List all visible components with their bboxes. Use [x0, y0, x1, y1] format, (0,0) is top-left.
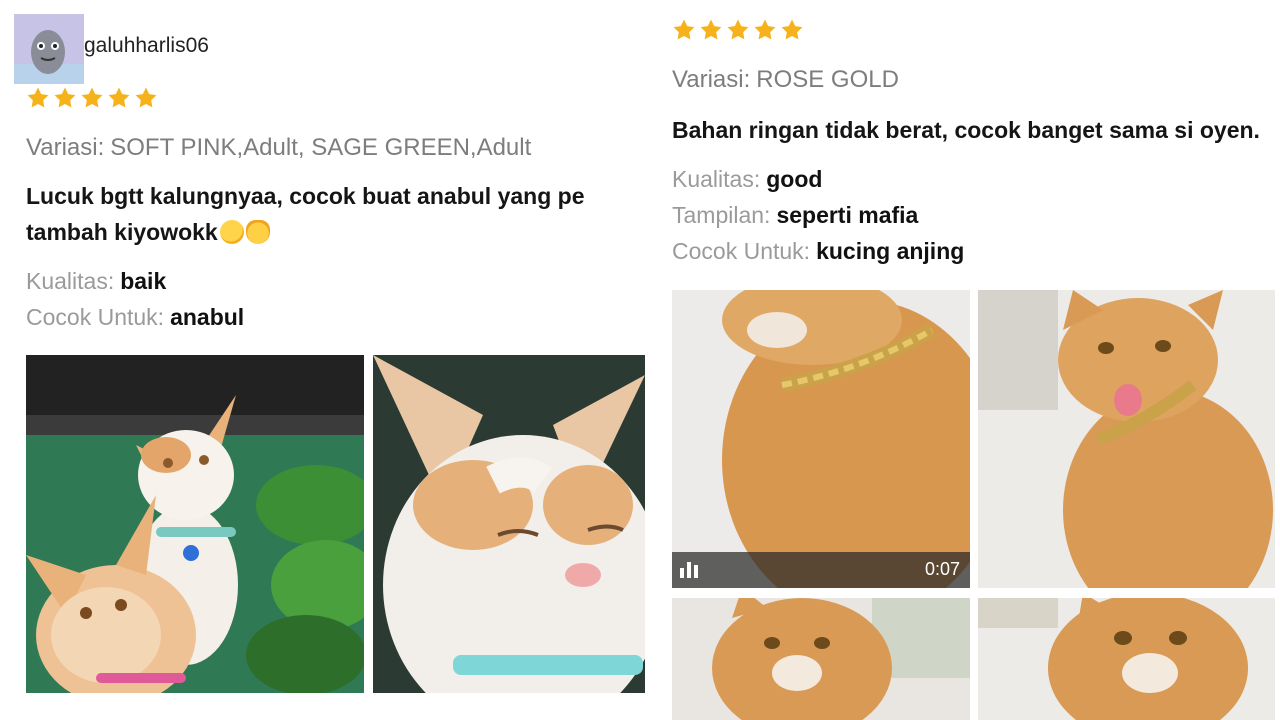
star-icon: [780, 18, 804, 42]
star-icon: [80, 86, 104, 110]
attribute-appearance: Tampilan: seperti mafia: [672, 202, 918, 229]
rating-stars: [26, 86, 158, 110]
review-comment: Lucuk bgtt kalungnyaa, cocok buat anabul…: [26, 178, 584, 250]
attribute-label: Tampilan:: [672, 202, 771, 228]
kiss-emoji-icon: [219, 220, 244, 244]
review-comment: Bahan ringan tidak berat, cocok banget s…: [672, 117, 1260, 143]
attribute-value: baik: [120, 268, 167, 294]
comment-line-2-text: tambah kiyowokk: [26, 219, 218, 245]
variation-label: Variasi:: [672, 66, 751, 93]
attribute-label: Kualitas:: [26, 268, 115, 294]
review-video-thumbnail[interactable]: 0:07: [672, 290, 970, 588]
review-photo-2[interactable]: [672, 598, 970, 720]
star-icon: [26, 86, 50, 110]
attribute-quality: Kualitas: good: [672, 166, 822, 193]
review-photo-3[interactable]: [978, 598, 1275, 720]
star-icon: [672, 18, 696, 42]
video-control-bar[interactable]: 0:07: [672, 552, 970, 588]
variation-text: Variasi: SOFT PINK,Adult, SAGE GREEN,Adul…: [26, 134, 531, 162]
star-icon: [726, 18, 750, 42]
star-icon: [753, 18, 777, 42]
variation-label: Variasi:: [26, 134, 105, 161]
attribute-label: Cocok Untuk:: [672, 238, 811, 264]
video-pause-icon[interactable]: [680, 562, 702, 578]
user-avatar[interactable]: [14, 14, 84, 84]
attribute-suitable-for: Cocok Untuk: anabul: [26, 304, 244, 331]
review-card-right: Variasi: ROSE GOLD Bahan ringan tidak ber…: [660, 0, 1280, 720]
star-icon: [107, 86, 131, 110]
attribute-label: Kualitas:: [672, 166, 761, 192]
attribute-value: seperti mafia: [776, 202, 919, 228]
reviewer-username[interactable]: galuhharlis06: [84, 34, 209, 58]
attribute-quality: Kualitas: baik: [26, 268, 166, 295]
comment-line-2: tambah kiyowokk: [26, 214, 584, 250]
star-icon: [699, 18, 723, 42]
attribute-suitable-for: Cocok Untuk: kucing anjing: [672, 238, 964, 265]
comment-line-1: Lucuk bgtt kalungnyaa, cocok buat anabul…: [26, 183, 585, 209]
video-duration: 0:07: [924, 559, 960, 579]
variation-value: SOFT PINK,Adult, SAGE GREEN,Adult: [110, 134, 532, 161]
star-icon: [134, 86, 158, 110]
attribute-label: Cocok Untuk:: [26, 304, 165, 330]
variation-text: Variasi: ROSE GOLD: [672, 66, 899, 94]
review-photo-1[interactable]: [26, 355, 364, 693]
star-icon: [53, 86, 77, 110]
attribute-value: anabul: [170, 304, 245, 330]
review-photo-1[interactable]: [978, 290, 1275, 588]
review-card-left: galuhharlis06 Variasi: SOFT PINK,Adult, S…: [0, 0, 650, 720]
variation-value: ROSE GOLD: [756, 66, 899, 93]
attribute-value: good: [766, 166, 823, 192]
heart-eyes-cat-emoji-icon: [245, 220, 270, 244]
rating-stars: [672, 18, 804, 42]
review-photo-2[interactable]: [373, 355, 645, 693]
attribute-value: kucing anjing: [816, 238, 965, 264]
